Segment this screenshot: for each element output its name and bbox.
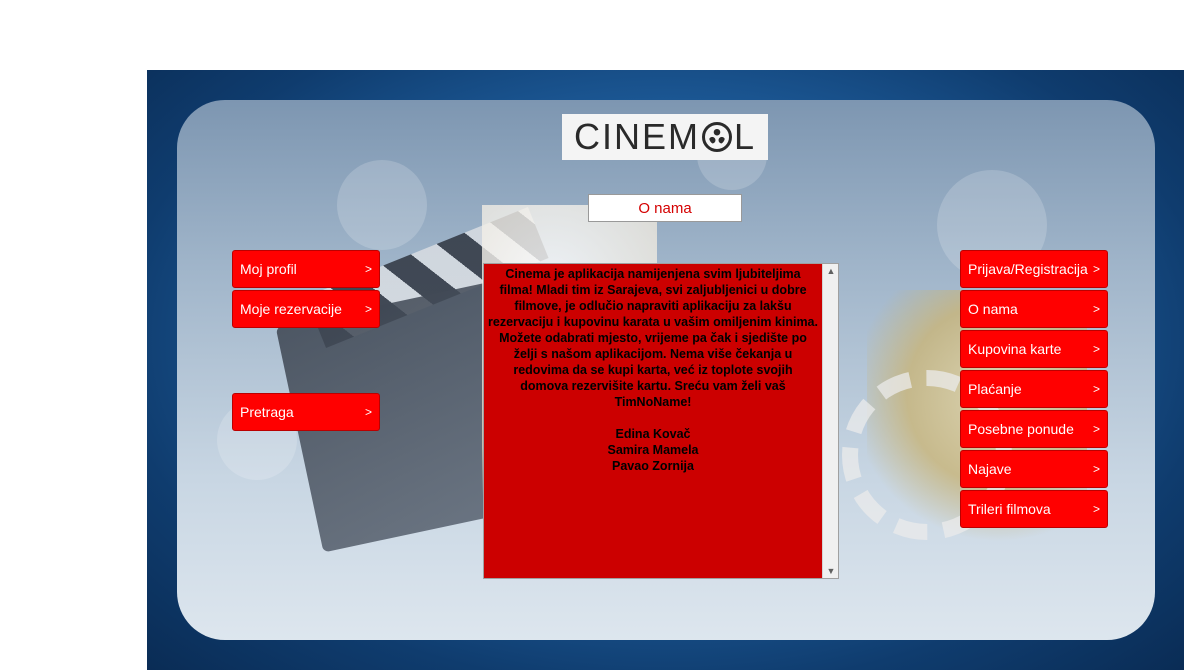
nav-button-kupovina-karte[interactable]: Kupovina karte > <box>960 330 1108 368</box>
page-title: O nama <box>588 194 742 222</box>
chevron-right-icon: > <box>1092 302 1100 316</box>
about-text-content: Cinema je aplikacija namijenjena svim lj… <box>484 264 822 578</box>
nav-button-moje-rezervacije[interactable]: Moje rezervacije > <box>232 290 380 328</box>
film-reel-icon <box>701 122 732 152</box>
scroll-down-arrow-icon[interactable]: ▼ <box>823 564 839 578</box>
nav-button-label: Trileri filmova <box>968 501 1051 517</box>
author-name: Pavao Zornija <box>612 459 694 473</box>
logo-text-right: L <box>733 116 757 157</box>
about-textbox[interactable]: Cinema je aplikacija namijenjena svim lj… <box>483 263 839 579</box>
chevron-right-icon: > <box>1092 382 1100 396</box>
chevron-right-icon: > <box>1092 262 1100 276</box>
nav-button-label: O nama <box>968 301 1018 317</box>
chevron-right-icon: > <box>1092 462 1100 476</box>
nav-button-label: Moj profil <box>240 261 297 277</box>
nav-button-label: Kupovina karte <box>968 341 1062 357</box>
nav-button-label: Moje rezervacije <box>240 301 342 317</box>
vertical-scrollbar[interactable]: ▲ ▼ <box>822 264 838 578</box>
chevron-right-icon: > <box>364 405 372 419</box>
app-background: CINEM L O nama Moj profil > Moje rezervac… <box>147 70 1184 670</box>
nav-button-label: Posebne ponude <box>968 421 1074 437</box>
nav-button-najave[interactable]: Najave > <box>960 450 1108 488</box>
nav-button-label: Prijava/Registracija <box>968 261 1088 277</box>
chevron-right-icon: > <box>1092 422 1100 436</box>
about-paragraph: Cinema je aplikacija namijenjena svim lj… <box>488 267 818 409</box>
nav-button-label: Plaćanje <box>968 381 1022 397</box>
chevron-right-icon: > <box>1092 342 1100 356</box>
main-panel: CINEM L O nama Moj profil > Moje rezervac… <box>177 100 1155 640</box>
chevron-right-icon: > <box>1092 502 1100 516</box>
nav-button-o-nama[interactable]: O nama > <box>960 290 1108 328</box>
cinema-logo: CINEM L <box>562 114 768 160</box>
nav-button-trileri-filmova[interactable]: Trileri filmova > <box>960 490 1108 528</box>
nav-button-label: Najave <box>968 461 1012 477</box>
logo-text-left: CINEM <box>573 116 700 157</box>
nav-button-pretraga[interactable]: Pretraga > <box>232 393 380 431</box>
bokeh-light <box>337 160 427 250</box>
chevron-right-icon: > <box>364 302 372 316</box>
nav-button-placanje[interactable]: Plaćanje > <box>960 370 1108 408</box>
chevron-right-icon: > <box>364 262 372 276</box>
nav-button-moj-profil[interactable]: Moj profil > <box>232 250 380 288</box>
author-name: Samira Mamela <box>607 443 699 457</box>
author-name: Edina Kovač <box>615 427 691 441</box>
nav-button-label: Pretraga <box>240 404 294 420</box>
scroll-up-arrow-icon[interactable]: ▲ <box>823 264 839 278</box>
nav-button-prijava-registracija[interactable]: Prijava/Registracija > <box>960 250 1108 288</box>
nav-button-posebne-ponude[interactable]: Posebne ponude > <box>960 410 1108 448</box>
